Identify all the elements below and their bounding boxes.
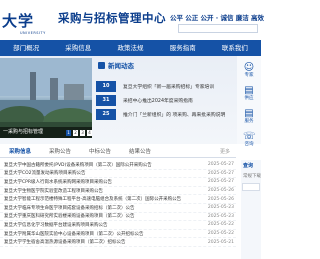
- slider-page-3[interactable]: 3: [80, 130, 85, 136]
- list-item-date: 2025-05-27: [207, 179, 234, 185]
- nav-item-policy[interactable]: 政策法规: [104, 40, 156, 56]
- news-date: 31: [96, 95, 116, 106]
- list-item[interactable]: 复旦大学CO2流量发动采购项目采购公告 2025-05-27: [0, 170, 236, 179]
- list-item-date: 2025-05-27: [207, 162, 234, 168]
- phone-icon: ☏: [243, 131, 256, 142]
- campus-photo[interactable]: 一采购与招标管理 1 2 3 4: [0, 58, 92, 138]
- slider-page-4[interactable]: 4: [87, 130, 92, 136]
- nav-item-service[interactable]: 服务指南: [157, 40, 209, 56]
- list-item[interactable]: 复旦大学智能工程示范楼特殊工程平台-高速电脑组合及系统（第二次）国际公开采购公告…: [0, 195, 236, 204]
- list-item-title[interactable]: 复旦大学CO2流量发动采购项目采购公告: [0, 170, 86, 176]
- side-box-title: 查询: [243, 163, 254, 169]
- notice-tabs: 采购信息 采购公告 中标公告 结果公告: [0, 146, 236, 158]
- quick-link-expert[interactable]: ☺ 专家: [237, 62, 261, 79]
- more-link[interactable]: 更多: [220, 148, 230, 155]
- side-box-label[interactable]: 常规下载: [241, 169, 261, 179]
- nav-item-procurement[interactable]: 采购信息: [52, 40, 104, 56]
- nav-item-contact[interactable]: 联系我们: [209, 40, 261, 56]
- list-item[interactable]: 复旦大学生物医学院实验室改造工程项目采购公告 2025-05-26: [0, 187, 236, 196]
- list-item-date: 2025-05-23: [207, 205, 234, 211]
- news-date: 25: [96, 109, 116, 120]
- news-item[interactable]: 25 推介门「兰新组织」的 项采购、再来批采购说明: [96, 109, 236, 121]
- university-logo[interactable]: 大学 UNIVERSITY: [0, 4, 54, 35]
- notice-list: 复旦大学中国古籍所委托(PVD)设备采购项目（第二次）国际公开采购公告 2025-…: [0, 161, 236, 247]
- nav-item-about[interactable]: 部门概况: [0, 40, 52, 56]
- news-headline[interactable]: 推介门「兰新组织」的 项采购、再来批采购说明: [123, 111, 225, 118]
- quick-link-label: 供应: [244, 96, 254, 101]
- news-title: 新闻动态: [108, 62, 134, 70]
- list-item-title[interactable]: 复旦大学智能工程示范楼特殊工程平台-高速电脑组合及系统（第二次）国际公开采购公告: [0, 196, 181, 202]
- list-item-title[interactable]: 复旦大学信息化学习数据平台建设采购项目采购公告: [0, 222, 108, 228]
- site-header: 大学 UNIVERSITY 采购与招标管理中心 公平 公正 公开 · 诚信 廉洁…: [0, 0, 265, 38]
- list-item-date: 2025-05-26: [207, 196, 234, 202]
- slider-page-1[interactable]: 1: [66, 130, 71, 136]
- list-item[interactable]: 复旦大学重庆医科研究所实验楼采购设备采购项目（第二次）公告 2025-05-23: [0, 213, 236, 222]
- list-item-title[interactable]: 复旦大学临床专项生命医学项目成套设备采购招标（第二次）公告: [0, 205, 135, 211]
- tab-procurement-info[interactable]: 采购信息: [0, 146, 40, 157]
- logo-text: 大学: [2, 12, 35, 30]
- quick-link-label: 服务: [244, 119, 254, 124]
- logo-subtext: UNIVERSITY: [20, 31, 46, 35]
- tab-result-notice[interactable]: 结果公告: [120, 146, 160, 157]
- news-headline[interactable]: 采招中心推出2024年度采购指南: [123, 97, 193, 104]
- list-item-date: 2025-05-21: [207, 239, 234, 245]
- doc-icon: ▤: [244, 108, 254, 119]
- list-item-date: 2025-05-26: [207, 188, 234, 194]
- list-item-date: 2025-05-22: [207, 222, 234, 228]
- side-query-box: 查询 常规下载: [241, 160, 261, 259]
- list-item-title[interactable]: 复旦大学生物医学院实验室改造工程项目采购公告: [0, 188, 103, 194]
- news-date: 10: [96, 81, 116, 92]
- list-item-title[interactable]: 复旦大学附属华山医院实验中心设备采购项目（第二次）公开招标公告: [0, 231, 144, 237]
- news-header: 新闻动态: [98, 60, 134, 70]
- campus-scene: [0, 58, 92, 138]
- quick-link-supplier[interactable]: ▤ 供应: [237, 85, 261, 102]
- list-item[interactable]: 复旦大学临床专项生命医学项目成套设备采购招标（第二次）公告 2025-05-23: [0, 204, 236, 213]
- tab-award-notice[interactable]: 中标公告: [80, 146, 120, 157]
- list-item[interactable]: 复旦大学附属华山医院实验中心设备采购项目（第二次）公开招标公告 2025-05-2…: [0, 230, 236, 239]
- main-nav: 部门概况 采购信息 政策法规 服务指南 联系我们: [0, 40, 261, 56]
- list-item-date: 2025-05-22: [207, 231, 234, 237]
- quick-link-label: 咨询: [244, 142, 254, 147]
- slider-page-2[interactable]: 2: [73, 130, 78, 136]
- side-query-input[interactable]: [242, 183, 260, 191]
- quick-link-consult[interactable]: ☏ 咨询: [237, 131, 261, 148]
- user-icon: ☺: [243, 62, 255, 73]
- list-item[interactable]: 复旦大学信息化学习数据平台建设采购项目采购公告 2025-05-22: [0, 221, 236, 230]
- quick-links-panel: ☺ 专家 ▤ 供应 ▤ 服务 ☏ 咨询: [237, 56, 261, 147]
- list-item-title[interactable]: 复旦大学学生宿舍高温热源设备采购项目（第二次）招标公告: [0, 239, 126, 245]
- news-headline[interactable]: 复旦大学组织「新一届采购招标」专家培训: [123, 83, 214, 90]
- list-item[interactable]: 复旦大学CPR级人行岗水系统采购网采购项目采购公告 2025-05-27: [0, 178, 236, 187]
- list-item-title[interactable]: 复旦大学CPR级人行岗水系统采购网采购项目采购公告: [0, 179, 112, 185]
- slider-pagination: 1 2 3 4: [66, 130, 92, 136]
- doc-icon: ▤: [244, 85, 254, 96]
- news-item[interactable]: 10 复旦大学组织「新一届采购招标」专家培训: [96, 81, 236, 93]
- header-search-input[interactable]: [178, 24, 258, 33]
- list-item-date: 2025-05-23: [207, 213, 234, 219]
- list-item-date: 2025-05-27: [207, 170, 234, 176]
- list-item[interactable]: 复旦大学学生宿舍高温热源设备采购项目（第二次）招标公告 2025-05-21: [0, 238, 236, 247]
- news-item[interactable]: 31 采招中心推出2024年度采购指南: [96, 95, 236, 107]
- quick-link-label: 专家: [244, 73, 254, 78]
- site-title: 采购与招标管理中心: [58, 11, 166, 25]
- quick-link-service[interactable]: ▤ 服务: [237, 108, 261, 125]
- list-item-title[interactable]: 复旦大学重庆医科研究所实验楼采购设备采购项目（第二次）公告: [0, 213, 135, 219]
- tab-procurement-notice[interactable]: 采购公告: [40, 146, 80, 157]
- list-item-title[interactable]: 复旦大学中国古籍所委托(PVD)设备采购项目（第二次）国际公开采购公告: [0, 162, 152, 168]
- slogan: 公平 公正 公开 · 诚信 廉洁 高效: [170, 14, 265, 22]
- news-icon: [98, 61, 105, 69]
- list-item[interactable]: 复旦大学中国古籍所委托(PVD)设备采购项目（第二次）国际公开采购公告 2025-…: [0, 161, 236, 170]
